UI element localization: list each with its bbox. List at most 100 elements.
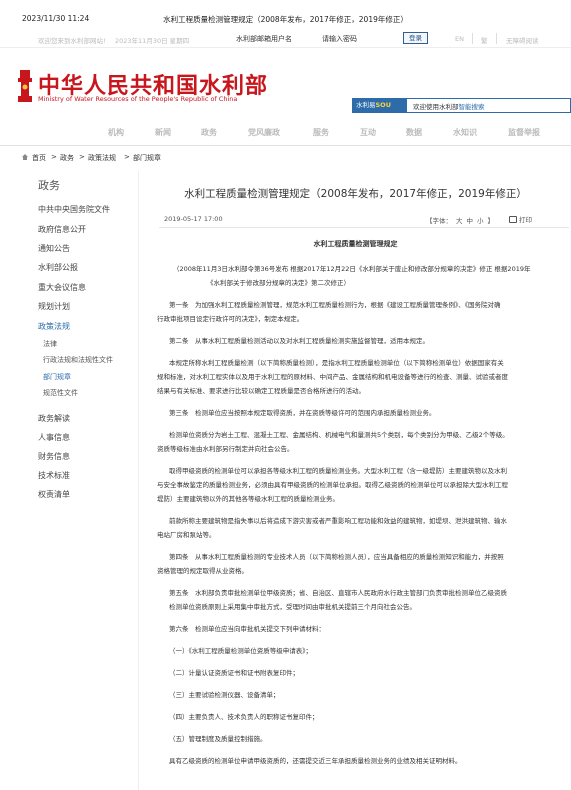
- article-paragraph: 规和标准，对水利工程实体以及用于水利工程的原材料、中间产品、金属结构和机电设备等…: [157, 373, 508, 381]
- breadcrumb-gov[interactable]: 政务: [60, 153, 74, 163]
- print-label: 打印: [519, 216, 532, 224]
- font-small-button[interactable]: 小: [477, 217, 484, 225]
- article-panel: 水利工程质量检测管理规定（2008年发布，2017年修正，2019年修正） 20…: [138, 171, 571, 790]
- font-large-button[interactable]: 大: [456, 217, 463, 225]
- article-paragraph: 第六条 检测单位应当向审批机关提交下列申请材料：: [169, 625, 325, 633]
- article-paragraph: （四）主要负责人、技术负责人的职称证书复印件；: [169, 713, 319, 721]
- article-paragraph: 第三条 检测单位应当按照本规定取得资质，并在资质等级许可的范围内承担质量检测业务…: [169, 409, 436, 417]
- nav-item-knowledge[interactable]: 水知识: [453, 127, 477, 138]
- sidebar-item-interpret[interactable]: 政务解读: [38, 413, 70, 424]
- breadcrumb-sep: >: [124, 153, 130, 161]
- password-field[interactable]: 请输入密码: [322, 34, 357, 44]
- search-brand-accent: SOU: [375, 101, 392, 109]
- main-nav: 机构 新闻 政务 党风廉政 服务 互动 数据 水知识 监督举报: [0, 118, 571, 146]
- print-button[interactable]: 打印: [509, 214, 532, 224]
- search-input[interactable]: 欢迎使用水利部智能搜索: [413, 101, 485, 111]
- article-paragraph: 具有乙级资质的检测单位申请甲级资质的，还需提交近三年承担质量检测业务的业绩及相关…: [169, 757, 462, 765]
- printer-icon: [509, 216, 517, 223]
- article-paragraph: 第二条 从事水利工程质量检测活动以及对水利工程质量检测实施监督管理，适用本规定。: [169, 337, 429, 345]
- sidebar-item-central-docs[interactable]: 中共中央国务院文件: [38, 204, 110, 215]
- breadcrumb-policy[interactable]: 政策法规: [88, 153, 116, 163]
- print-header: 2023/11/30 11:24 水利工程质量检测管理规定（2008年发布，20…: [0, 0, 571, 26]
- article-paragraph: 本规定所称水利工程质量检测（以下简称质量检测），是指水利工程质量检测单位（以下简…: [169, 359, 504, 367]
- font-size-label: 【字体：: [426, 217, 452, 225]
- breadcrumb-home[interactable]: 首页: [32, 153, 46, 163]
- sidebar-sub-regulations[interactable]: 行政法规和法规性文件: [43, 355, 113, 365]
- site-logo[interactable]: 中华人民共和国水利部 Ministry of Water Resources o…: [18, 66, 278, 110]
- accessibility-link[interactable]: 无障碍阅读: [506, 35, 539, 45]
- sidebar-sub-normative[interactable]: 规范性文件: [43, 388, 78, 398]
- nav-item-data[interactable]: 数据: [406, 127, 422, 138]
- mail-username-field[interactable]: 水利部邮箱用户名: [236, 34, 306, 44]
- nav-item-party[interactable]: 党风廉政: [248, 127, 280, 138]
- current-date: 2023年11月30日 星期四: [115, 37, 190, 45]
- sidebar-item-bulletin[interactable]: 水利部公报: [38, 262, 78, 273]
- divider: [159, 227, 569, 228]
- breadcrumb-rules[interactable]: 部门规章: [133, 153, 161, 163]
- sidebar-item-notices[interactable]: 通知公告: [38, 243, 70, 254]
- font-medium-button[interactable]: 中: [467, 217, 474, 225]
- article-paragraph: 检测单位资质原则上采用集中审批方式，受理时间由审批机关提前三个月向社会公告。: [169, 603, 416, 611]
- sidebar-item-info-disclosure[interactable]: 政府信息公开: [38, 224, 86, 235]
- breadcrumb-sep: >: [79, 153, 85, 161]
- nav-item-report[interactable]: 监督举报: [508, 127, 540, 138]
- nav-item-gov[interactable]: 政务: [201, 127, 217, 138]
- sidebar-sub-dept-rules[interactable]: 部门规章: [43, 372, 71, 382]
- sidebar-item-personnel[interactable]: 人事信息: [38, 432, 70, 443]
- article-paragraph: 检测单位资质分为岩土工程、混凝土工程、金属结构、机械电气和量测共5个类别，每个类…: [169, 431, 509, 439]
- search-placeholder-prefix: 欢迎使用水利部: [413, 103, 459, 111]
- article-paragraph: 《水利部关于修改部分规章的决定》第二次修正）: [207, 279, 350, 287]
- article-paragraph: （五）管理制度及质量控制措施。: [169, 735, 267, 743]
- print-page-title: 水利工程质量检测管理规定（2008年发布，2017年修正，2019年修正）: [163, 15, 408, 24]
- article-paragraph: 堤防）主要建筑物以外的其他各等级水利工程的质量检测业务。: [157, 495, 339, 503]
- sidebar-item-meetings[interactable]: 重大会议信息: [38, 282, 86, 293]
- font-size-bracket: 】: [487, 217, 495, 225]
- article-paragraph: 结果与有关标准、要求进行比较以确定工程质量是否合格所进行的活动。: [157, 387, 365, 395]
- article-paragraph: （三）主要试验检测仪器、设备清单；: [169, 691, 280, 699]
- top-bar: 欢迎您来到水利部网站! 2023年11月30日 星期四 水利部邮箱用户名 请输入…: [0, 30, 571, 48]
- divider: [496, 33, 497, 44]
- sidebar-item-standards[interactable]: 技术标准: [38, 470, 70, 481]
- sidebar-sub-law[interactable]: 法律: [43, 339, 57, 349]
- home-icon: [22, 154, 28, 160]
- document-title: 水利工程质量检测管理规定: [313, 240, 398, 248]
- search-brand: 水利易SOU: [353, 99, 407, 112]
- article-paragraph: （一）《水利工程质量检测单位资质等级申请表》；: [169, 647, 312, 655]
- sidebar-item-planning[interactable]: 规划计划: [38, 301, 70, 312]
- search-brand-prefix: 水利易: [356, 101, 376, 109]
- article-paragraph: 第一条 为加强水利工程质量检测管理，规范水利工程质量检测行为，根据《建设工程质量…: [169, 301, 501, 309]
- login-button[interactable]: 登录: [403, 32, 428, 44]
- article-paragraph: （二）计量认证资质证书和证书附表复印件；: [169, 669, 299, 677]
- sidebar-title: 政务: [38, 179, 60, 192]
- article-paragraph: 行政审批项目设定行政许可的决定》，制定本规定。: [157, 315, 304, 323]
- nav-item-service[interactable]: 服务: [313, 127, 329, 138]
- article-paragraph: （2008年11月3日水利部令第36号发布 根据2017年12月22日《水利部关…: [173, 265, 531, 273]
- article-paragraph: 第五条 水利部负责审批检测单位甲级资质；省、自治区、直辖市人民政府水行政主管部门…: [169, 589, 507, 597]
- article-paragraph: 与安全事故鉴定的质量检测业务，必须由具有甲级资质的检测单位承担。取得乙级资质的检…: [157, 481, 508, 489]
- article-paragraph: 取得甲级资质的检测单位可以承担各等级水利工程的质量检测业务。大型水利工程（含一级…: [169, 467, 507, 475]
- sidebar-item-duties[interactable]: 权责清单: [38, 489, 70, 500]
- article-paragraph: 资格管理的规定取得从业资格。: [157, 567, 248, 575]
- nav-item-interact[interactable]: 互动: [360, 127, 376, 138]
- breadcrumb-sep: >: [51, 153, 57, 161]
- lang-en-link[interactable]: EN: [455, 35, 464, 43]
- breadcrumb: 首页 > 政务 > 政策法规 > 部门规章: [0, 151, 571, 165]
- nav-item-org[interactable]: 机构: [108, 127, 124, 138]
- sidebar-item-policy[interactable]: 政策法规: [38, 321, 70, 332]
- nav-item-news[interactable]: 新闻: [155, 127, 171, 138]
- article-date: 2019-05-17 17:00: [164, 215, 223, 223]
- lang-traditional-link[interactable]: 繁: [481, 35, 488, 45]
- article-paragraph: 前款所称主要建筑物是指失事以后将造成下游灾害或者严重影响工程功能和效益的建筑物，…: [169, 517, 507, 525]
- article-paragraph: 资质等级标准由水利部另行制定并向社会公告。: [157, 445, 294, 453]
- welcome-text: 欢迎您来到水利部网站!: [38, 37, 106, 45]
- logo-english: Ministry of Water Resources of the Peopl…: [38, 95, 238, 103]
- search-placeholder-accent: 智能搜索: [458, 103, 485, 111]
- font-size-control: 【字体： 大中小】: [426, 215, 494, 225]
- article-title: 水利工程质量检测管理规定（2008年发布，2017年修正，2019年修正）: [184, 188, 527, 200]
- emblem-icon: [18, 70, 32, 102]
- article-paragraph: 电站厂房和泵站等。: [157, 531, 216, 539]
- article-paragraph: 第四条 从事水利工程质量检测的专业技术人员（以下简称检测人员），应当具备相应的质…: [169, 553, 504, 561]
- search-box[interactable]: 水利易SOU 欢迎使用水利部智能搜索: [352, 98, 571, 113]
- sidebar-item-finance[interactable]: 财务信息: [38, 451, 70, 462]
- divider: [472, 33, 473, 44]
